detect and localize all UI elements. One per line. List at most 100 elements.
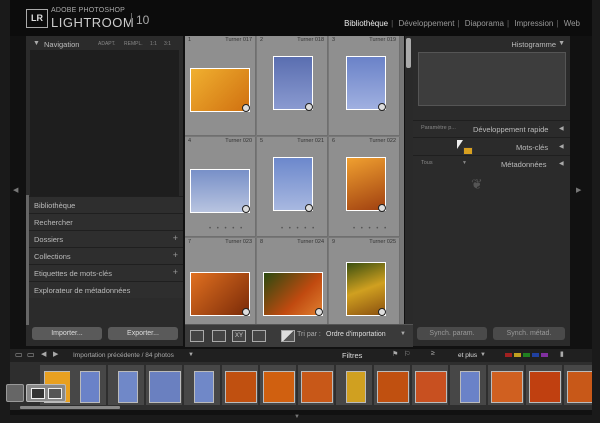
module-develop[interactable]: Développement [398,19,454,28]
histogram-collapse-icon[interactable]: ▼ [558,40,565,47]
rating-dots[interactable]: • • • • • [209,226,244,232]
metadata-expand-icon[interactable]: ◀ [559,160,564,167]
grid-scrollbar[interactable] [405,36,413,324]
preset-select[interactable]: Paramètre p... [421,125,456,131]
film-cell[interactable] [70,365,106,405]
module-web[interactable]: Web [564,19,580,28]
film-cell[interactable] [108,365,144,405]
grid-cell[interactable]: 1 Turner 017 [185,36,256,136]
blue-label-filter[interactable] [532,353,539,357]
section-library[interactable]: Bibliothèque [26,196,183,213]
unflag-filter-icon[interactable]: ⚐ [404,350,410,358]
window-mode-icon[interactable] [6,384,24,402]
film-thumbnail[interactable] [529,371,561,403]
dual-screen-icon[interactable] [48,388,62,399]
right-panel-toggle-icon[interactable]: ▶ [576,186,581,194]
compare-view-icon[interactable]: XY [232,330,246,342]
section-metadata-browser[interactable]: Explorateur de métadonnées [26,281,183,298]
film-cell[interactable] [488,365,524,405]
grid-scrollbar-thumb[interactable] [406,38,411,68]
nav-mode-fit[interactable]: ADAPT. [98,41,116,47]
sync-settings-button[interactable]: Synch. param. [417,327,487,340]
nav-mode-fill[interactable]: REMPL. [124,41,143,47]
grid-cell[interactable]: 2 Turner 018 [257,36,328,136]
filter-lock-icon[interactable]: ▮ [560,350,564,358]
add-folder-button[interactable]: + [173,233,178,243]
film-cell[interactable] [412,365,448,405]
grid-cell[interactable]: 4 Turner 020 • • • • • [185,137,256,237]
module-slideshow[interactable]: Diaporama [465,19,504,28]
purple-label-filter[interactable] [541,353,548,357]
section-folders[interactable]: Dossiers + [26,230,183,247]
film-cell[interactable] [260,365,296,405]
filmstrip-scrollbar[interactable] [20,406,120,409]
grid-cell[interactable]: 5 Turner 021 • • • • • [257,137,328,237]
forward-arrow-icon[interactable]: ▶ [53,350,58,358]
film-cell[interactable] [374,365,410,405]
add-collection-button[interactable]: + [173,250,178,260]
add-keyword-button[interactable]: + [173,267,178,277]
film-thumbnail[interactable] [80,371,100,403]
quick-develop-header[interactable]: Paramètre p... Développement rapide ◀ [413,120,570,137]
survey-view-icon[interactable] [252,330,266,342]
section-keyword-tags[interactable]: Etiquettes de mots-clés + [26,264,183,281]
metadata-preset-select[interactable]: Tous [421,160,433,166]
grid-cell[interactable]: 8 Turner 024 [257,238,328,324]
film-thumbnail[interactable] [118,371,138,403]
film-cell[interactable] [146,365,182,405]
grid-cell[interactable]: 7 Turner 023 [185,238,256,324]
film-thumbnail[interactable] [149,371,181,403]
grid-cell[interactable]: 3 Turner 019 [329,36,400,136]
nav-mode-3to1[interactable]: 3:1 [164,41,171,47]
metadata-header[interactable]: Tous ▼ Métadonnées ◀ [413,155,570,172]
photo-thumbnail[interactable] [346,56,386,110]
loupe-view-icon[interactable] [212,330,226,342]
keywording-expand-icon[interactable]: ◀ [559,143,564,150]
grid-cell[interactable]: 6 Turner 022 • • • • • [329,137,400,237]
photo-thumbnail[interactable] [190,272,250,316]
film-thumbnail[interactable] [346,371,366,403]
film-thumbnail[interactable] [263,371,295,403]
film-cell[interactable] [526,365,562,405]
film-cell[interactable] [564,365,592,405]
back-arrow-icon[interactable]: ◀ [41,350,46,358]
sort-dropdown-icon[interactable]: ▼ [400,331,406,337]
film-cell[interactable] [450,365,486,405]
secondary-window-icon[interactable]: ▭ [15,350,23,359]
film-thumbnail[interactable] [567,371,592,403]
photo-thumbnail[interactable] [273,56,313,110]
painter-icon[interactable] [281,330,295,342]
yellow-label-filter[interactable] [514,353,521,357]
green-label-filter[interactable] [523,353,530,357]
film-thumbnail[interactable] [491,371,523,403]
film-cell[interactable] [222,365,258,405]
flag-filter-icon[interactable]: ⚑ [392,350,398,358]
export-button[interactable]: Exporter... [108,327,178,340]
film-cell[interactable] [184,365,220,405]
grid-view-icon[interactable] [190,330,204,342]
navigator-title[interactable]: Navigation [44,40,79,49]
sort-order-select[interactable]: Ordre d'importation [326,331,386,338]
photo-thumbnail[interactable] [346,157,386,211]
rating-filter-icon[interactable]: ≥ [431,350,435,357]
photo-thumbnail[interactable] [273,157,313,211]
film-thumbnail[interactable] [415,371,447,403]
single-screen-icon[interactable] [31,388,45,399]
left-panel-scrollbar[interactable] [26,195,29,325]
module-library[interactable]: Bibliothèque [344,19,388,28]
section-collections[interactable]: Collections + [26,247,183,264]
module-print[interactable]: Impression [514,19,553,28]
grid-cell[interactable]: 9 Turner 025 [329,238,400,324]
photo-thumbnail[interactable] [190,68,250,112]
quick-develop-expand-icon[interactable]: ◀ [559,125,564,132]
film-cell[interactable] [336,365,372,405]
red-label-filter[interactable] [505,353,512,357]
bottom-panel-toggle-icon[interactable]: ▼ [294,414,300,420]
filters-label[interactable]: Filtres [342,351,362,360]
source-dropdown-icon[interactable]: ▼ [188,352,194,358]
film-thumbnail[interactable] [460,371,480,403]
filmstrip-source[interactable]: Importation précédente / 84 photos [73,352,174,359]
and-more-select[interactable]: et plus [458,352,477,359]
left-panel-toggle-icon[interactable]: ◀ [13,186,18,194]
main-window-icon[interactable]: ▭ [27,350,35,359]
